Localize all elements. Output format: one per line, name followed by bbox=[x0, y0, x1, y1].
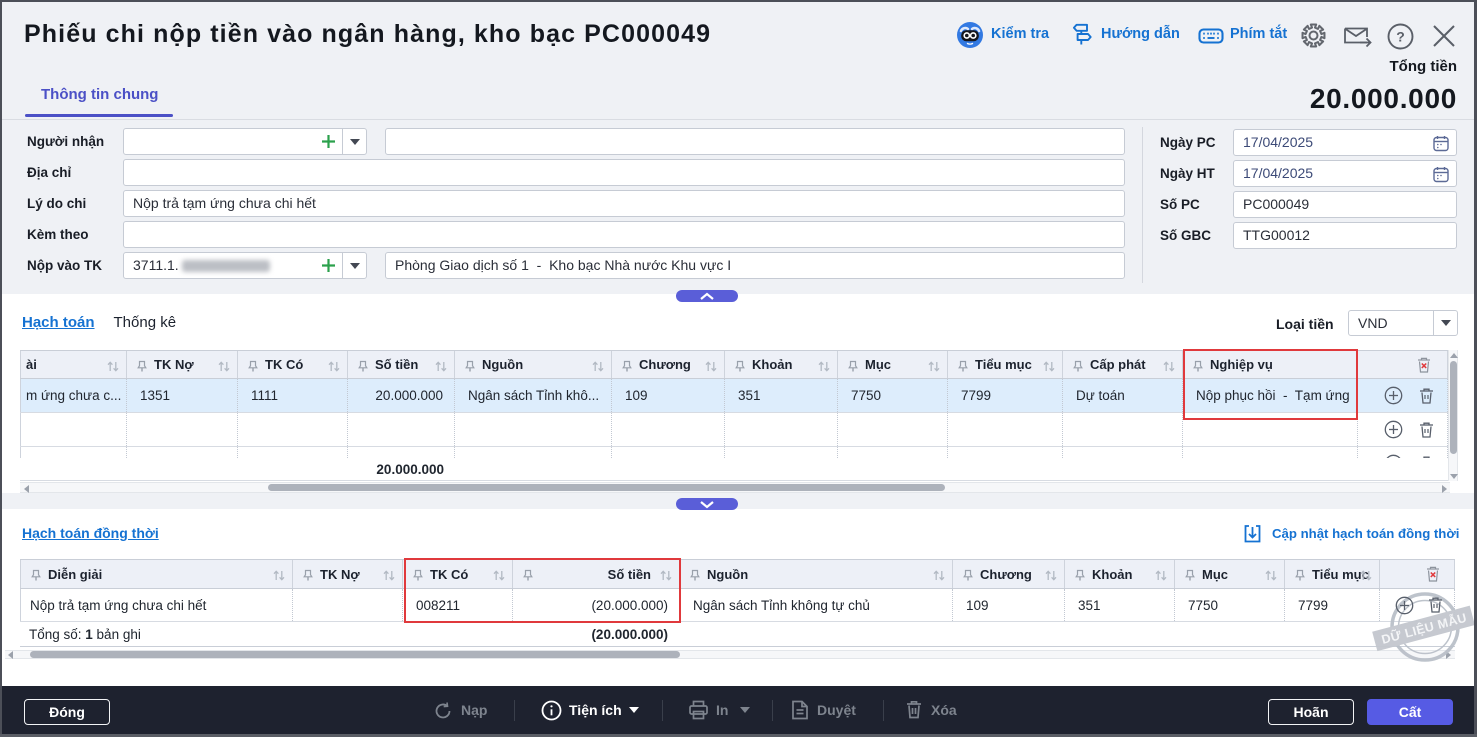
svg-text:?: ? bbox=[1396, 29, 1405, 45]
